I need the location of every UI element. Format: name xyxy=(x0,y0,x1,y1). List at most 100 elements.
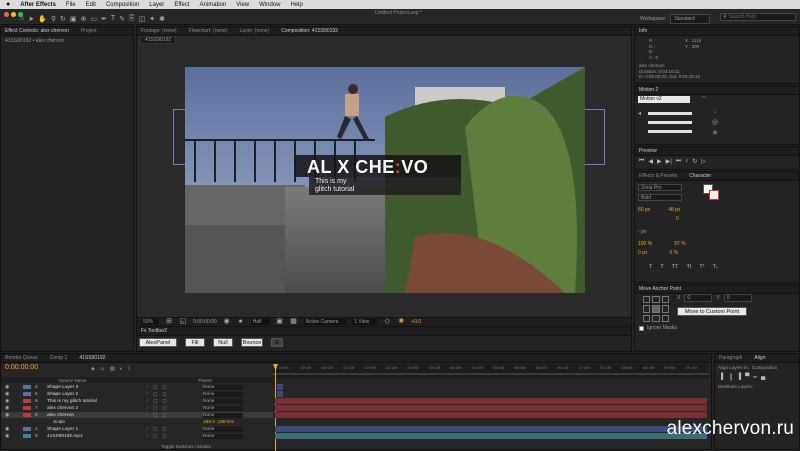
baseline-shift-value[interactable]: 0 px xyxy=(638,250,647,256)
search-help-box[interactable]: ⚲ Search Help xyxy=(720,13,796,21)
tab-project[interactable]: Project xyxy=(81,28,97,34)
label-color-swatch[interactable] xyxy=(23,399,31,403)
layer-name[interactable]: Shape Layer 1 xyxy=(47,427,147,432)
resolution-dropdown[interactable]: Half xyxy=(251,319,270,325)
layer-name[interactable]: Shape Layer 2 xyxy=(47,392,147,397)
menu-animation[interactable]: Animation xyxy=(200,2,227,8)
close-window-icon[interactable] xyxy=(4,12,9,17)
label-color-swatch[interactable] xyxy=(23,406,31,410)
tab-fx-toolbar[interactable]: Fx Toolbar2 xyxy=(141,328,167,334)
frame-blending-icon[interactable]: ▥ xyxy=(110,366,115,372)
exposure-value[interactable]: +0.0 xyxy=(411,319,421,325)
anchor-cell[interactable] xyxy=(662,305,669,312)
camera-tool-icon[interactable]: ▣ xyxy=(70,15,77,23)
tab-effects-presets[interactable]: Effects & Presets xyxy=(639,173,677,179)
zoom-tool-icon[interactable]: ⚲ xyxy=(51,15,56,23)
timeline-layer-row[interactable]: ◉941SS90192.mp4⁄ ◻ ◻None xyxy=(1,433,273,439)
align-right-icon[interactable]: ▐ xyxy=(737,374,741,381)
tab-flowchart[interactable]: Flowchart: (none) xyxy=(189,28,228,34)
ignore-masks-checkbox[interactable] xyxy=(639,326,644,331)
layer-name[interactable]: 41SS90192.mp4 xyxy=(47,434,147,439)
parent-dropdown[interactable]: None xyxy=(203,392,243,397)
loop-icon[interactable]: ↻ xyxy=(692,158,697,165)
stroke-width-value[interactable]: - px xyxy=(638,229,646,235)
parent-dropdown[interactable]: None xyxy=(203,427,243,432)
font-size-value[interactable]: 60 px xyxy=(638,207,650,213)
search-input[interactable]: Search Help xyxy=(729,14,757,20)
menu-composition[interactable]: Composition xyxy=(106,2,139,8)
parent-dropdown[interactable]: None xyxy=(203,434,243,439)
motion-slider-3[interactable] xyxy=(648,130,692,133)
align-bottom-icon[interactable]: ▄ xyxy=(761,374,765,381)
anchor-cell[interactable] xyxy=(643,305,650,312)
menu-view[interactable]: View xyxy=(236,2,249,8)
menu-help[interactable]: Help xyxy=(290,2,302,8)
ram-preview-icon[interactable]: ▷ xyxy=(701,158,706,165)
visibility-eye-icon[interactable]: ◉ xyxy=(5,392,23,397)
tab-align[interactable]: Align xyxy=(754,355,765,361)
mask-tool-icon[interactable]: ▭ xyxy=(90,15,97,23)
anchor-cell[interactable] xyxy=(643,296,650,303)
parent-dropdown[interactable]: None xyxy=(203,385,243,390)
superscript-button[interactable]: T¹ xyxy=(699,264,704,270)
motion-preset-dropdown[interactable]: Motion v2 xyxy=(638,96,690,103)
layer-duration-bar[interactable] xyxy=(275,426,707,432)
layer-switches[interactable]: ⁄ ◻ ◻ xyxy=(147,434,203,439)
menu-effect[interactable]: Effect xyxy=(174,2,189,8)
motion-slider-2[interactable] xyxy=(648,121,692,124)
time-ruler[interactable]: 0:00s00:15f01:00f01:15f02:00f02:15f03:00… xyxy=(273,364,709,378)
grid-icon[interactable]: ⊞ xyxy=(165,318,173,326)
layer-name[interactable]: This is my glitch tutorial xyxy=(47,399,147,404)
visibility-eye-icon[interactable]: ◉ xyxy=(5,413,23,418)
workspace-dropdown[interactable]: Standard xyxy=(670,14,709,24)
region-icon[interactable]: ▣ xyxy=(276,318,284,326)
tab-preview[interactable]: Preview xyxy=(639,148,657,154)
faux-bold-button[interactable]: T xyxy=(649,264,652,270)
label-color-swatch[interactable] xyxy=(23,420,31,424)
layer-duration-bar[interactable] xyxy=(277,391,283,397)
tab-render-queue[interactable]: Render Queue xyxy=(5,355,38,361)
anchor-cell[interactable] xyxy=(652,305,659,312)
next-frame-icon[interactable]: ▶| xyxy=(666,158,672,165)
null-button[interactable]: Null xyxy=(213,338,233,347)
visibility-eye-icon[interactable]: ◉ xyxy=(5,399,23,404)
layer-duration-bar[interactable] xyxy=(275,412,707,418)
visibility-eye-icon[interactable]: ◉ xyxy=(5,427,23,432)
app-menu[interactable]: After Effects xyxy=(20,2,56,8)
layer-duration-bar[interactable] xyxy=(277,384,283,390)
align-to-dropdown[interactable]: Composition xyxy=(752,365,777,370)
viewer-timecode[interactable]: 0:00:00:00 xyxy=(193,319,217,325)
menu-file[interactable]: File xyxy=(66,2,76,8)
small-caps-button[interactable]: Tt xyxy=(686,264,691,270)
layer-switches[interactable]: ⁄ ◻ ◻ xyxy=(147,399,203,404)
transparency-icon[interactable]: ▦ xyxy=(290,318,298,326)
play-icon[interactable]: ▶ xyxy=(657,158,662,165)
toggle-pixel-icon[interactable]: ◇ xyxy=(383,318,391,326)
anchor-cell[interactable] xyxy=(643,315,650,322)
all-caps-button[interactable]: TT xyxy=(672,264,679,270)
horizontal-scale-value[interactable]: 97 % xyxy=(674,241,685,247)
minimize-window-icon[interactable] xyxy=(11,12,16,17)
anchor-cell[interactable] xyxy=(662,296,669,303)
visibility-eye-icon[interactable]: ◉ xyxy=(5,406,23,411)
parent-dropdown[interactable]: None xyxy=(203,399,243,404)
timeline-layer-row[interactable]: ◉8alex chervon⁄ ◻ ◻None xyxy=(1,412,273,418)
label-color-swatch[interactable] xyxy=(23,413,31,417)
first-frame-icon[interactable]: ⏮ xyxy=(639,158,644,165)
layer-name[interactable]: Scale xyxy=(47,420,147,425)
move-to-custom-point-button[interactable]: Move to Custom Point xyxy=(677,307,747,316)
label-color-swatch[interactable] xyxy=(23,392,31,396)
bounce-button[interactable]: Bounce xyxy=(241,338,263,347)
audio-icon[interactable]: ♪ xyxy=(685,158,688,165)
zoom-dropdown[interactable]: 50% xyxy=(141,319,159,325)
label-color-swatch[interactable] xyxy=(23,385,31,389)
layer-duration-bar[interactable] xyxy=(275,398,707,404)
faux-italic-button[interactable]: T xyxy=(660,264,663,270)
motion-arrow-left-icon[interactable]: ◂ xyxy=(638,110,641,117)
mask-icon[interactable]: ◱ xyxy=(179,318,187,326)
align-hcenter-icon[interactable]: ┃ xyxy=(729,374,733,381)
tsume-value[interactable]: 0 % xyxy=(669,250,678,256)
layer-name[interactable]: alex chervon xyxy=(47,413,147,418)
font-style-dropdown[interactable]: Bold xyxy=(638,194,682,201)
layer-name[interactable]: alex chervon 2 xyxy=(47,406,147,411)
